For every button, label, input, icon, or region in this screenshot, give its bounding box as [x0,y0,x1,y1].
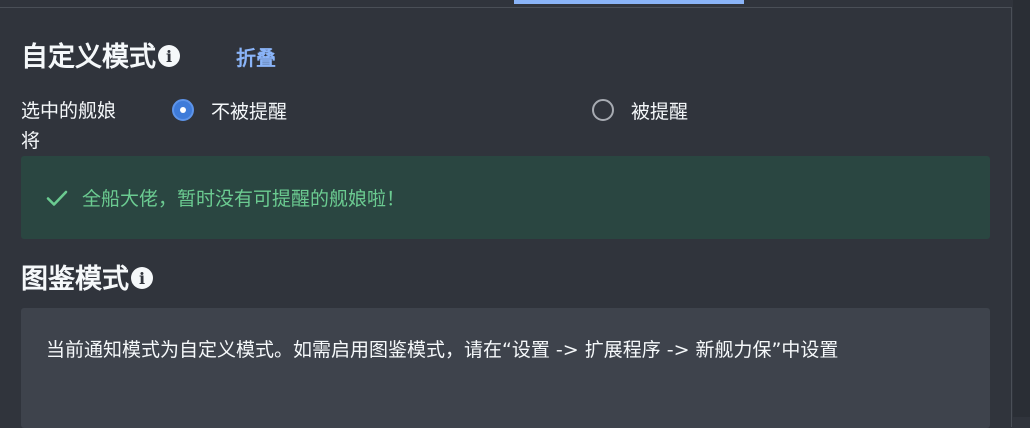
book-mode-title: 图鉴模式 i [21,258,153,295]
info-icon[interactable]: i [131,267,153,289]
book-mode-title-text: 图鉴模式 [21,263,129,295]
page: 自定义模式 i 折叠 选中的舰娘将 不被提醒 被提醒 全船大佬，暂时没有可提醒的… [0,0,1030,428]
check-icon [45,186,69,210]
radio-checked-indicator[interactable] [172,99,194,121]
success-callout: 全船大佬，暂时没有可提醒的舰娘啦！ [21,156,990,239]
radio-label-reminded: 被提醒 [631,100,689,123]
book-mode-notice-callout: 当前通知模式为自定义模式。如需启用图鉴模式，请在“设置 -> 扩展程序 -> 新… [21,308,990,428]
radio-unchecked-indicator[interactable] [592,99,614,121]
success-message: 全船大佬，暂时没有可提醒的舰娘啦！ [82,188,406,210]
radio-reminded[interactable]: 被提醒 [592,96,688,124]
collapse-link[interactable]: 折叠 [236,42,276,71]
custom-mode-title-text: 自定义模式 [21,41,156,73]
info-icon[interactable]: i [158,45,180,67]
radio-not-reminded[interactable]: 不被提醒 [172,96,287,124]
radio-label-not-reminded: 不被提醒 [211,100,288,123]
scrollbar-track[interactable] [1013,0,1030,417]
active-tab-indicator [514,0,744,4]
custom-mode-title: 自定义模式 i [21,36,180,73]
selected-field-label: 选中的舰娘将 [21,100,117,152]
book-mode-notice: 当前通知模式为自定义模式。如需启用图鉴模式，请在“设置 -> 扩展程序 -> 新… [46,339,839,361]
